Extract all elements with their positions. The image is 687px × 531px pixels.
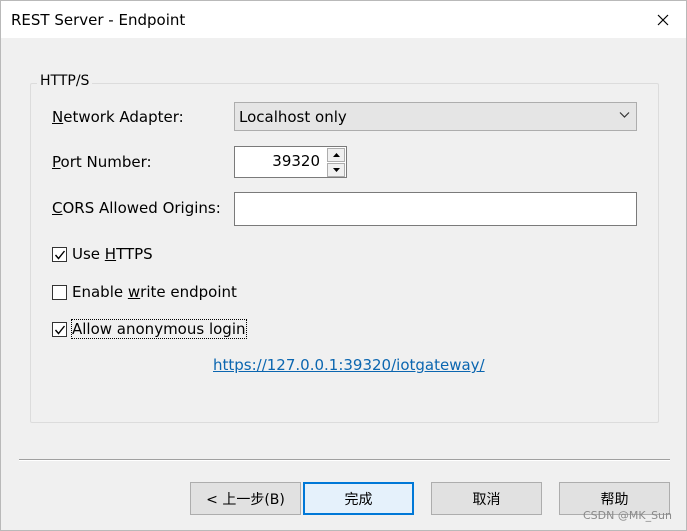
finish-button[interactable]: 完成	[303, 482, 414, 515]
checkbox-box	[52, 285, 67, 300]
close-button[interactable]	[640, 1, 686, 38]
enable-write-label: Enable write endpoint	[72, 283, 237, 301]
back-button[interactable]: < 上一步(B)	[190, 482, 301, 515]
port-number-label: Port Number:	[52, 153, 152, 171]
window-title: REST Server - Endpoint	[11, 11, 186, 29]
triangle-down-icon	[332, 168, 340, 172]
separator	[19, 459, 670, 461]
port-number-stepper[interactable]: 39320	[234, 146, 347, 178]
network-adapter-value: Localhost only	[239, 108, 347, 126]
cors-origins-label: CORS Allowed Origins:	[52, 199, 221, 217]
port-number-value: 39320	[272, 152, 320, 170]
watermark: CSDN @MK_Sun	[583, 509, 672, 522]
network-adapter-label: Network Adapter:	[52, 108, 184, 126]
checkmark-icon	[54, 250, 66, 260]
cancel-button[interactable]: 取消	[431, 482, 542, 515]
endpoint-url-link[interactable]: https://127.0.0.1:39320/iotgateway/	[213, 356, 485, 374]
checkbox-box	[52, 322, 67, 337]
use-https-label: Use HTTPS	[72, 245, 153, 263]
spin-down-button[interactable]	[327, 163, 345, 177]
checkbox-box	[52, 247, 67, 262]
title-bar: REST Server - Endpoint	[1, 1, 686, 38]
cors-origins-input[interactable]	[234, 192, 637, 226]
checkmark-icon	[54, 325, 66, 335]
chevron-down-icon	[619, 112, 630, 118]
triangle-up-icon	[332, 153, 340, 157]
spin-up-button[interactable]	[327, 148, 345, 162]
network-adapter-select[interactable]: Localhost only	[234, 102, 637, 131]
close-icon	[657, 14, 669, 25]
dialog-window: REST Server - Endpoint HTTP/S Network Ad…	[0, 0, 687, 531]
group-label: HTTP/S	[37, 73, 93, 89]
allow-anonymous-label: Allow anonymous login	[71, 319, 247, 339]
